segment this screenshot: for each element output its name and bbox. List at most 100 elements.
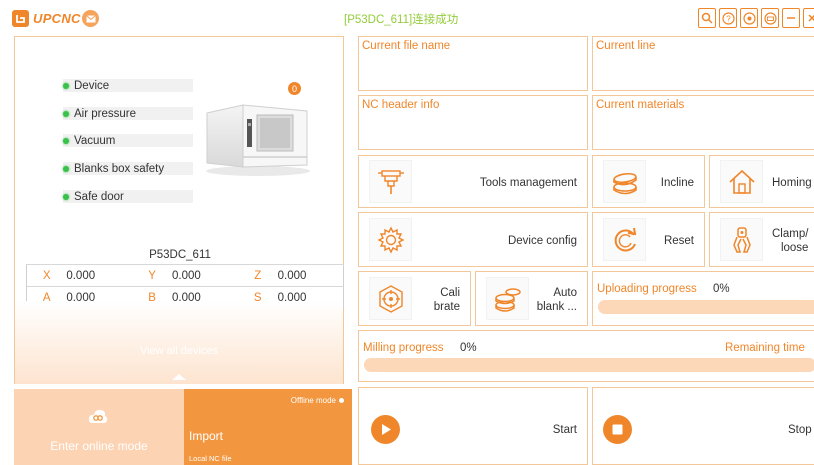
tools-management-button[interactable]: Tools management	[358, 155, 588, 208]
x-axis-value: 0.000	[66, 264, 133, 287]
import-button[interactable]: Offline mode Import Local NC file	[184, 389, 352, 465]
calibrate-target-icon	[369, 277, 412, 320]
calibrate-label-line2: brate	[433, 301, 460, 313]
incline-label: Incline	[660, 177, 694, 189]
stop-label: Stop	[788, 424, 812, 436]
clamp-label-line2: loose	[780, 242, 809, 254]
homing-button[interactable]: Homing	[709, 155, 814, 208]
uploading-progress-box: Uploading progress 0%	[592, 271, 814, 326]
z-axis-label: Z	[237, 264, 278, 287]
current-line-box: Current line	[592, 36, 814, 91]
stop-button[interactable]: Stop	[592, 387, 814, 465]
uploading-progress-label: Uploading progress	[597, 283, 697, 295]
window-toolbar: ?	[698, 8, 814, 28]
svg-text:?: ?	[726, 14, 731, 23]
message-icon[interactable]	[82, 10, 99, 27]
uploading-progress-value: 0%	[713, 283, 730, 295]
device-config-label: Device config	[507, 235, 577, 247]
status-ok-icon	[63, 82, 69, 89]
nc-header-info-box: NC header info	[358, 95, 588, 150]
settings-badge-icon[interactable]	[740, 8, 758, 28]
current-file-name-box: Current file name	[358, 36, 588, 91]
offline-dot-icon	[339, 398, 344, 403]
current-materials-label: Current materials	[596, 99, 685, 111]
auto-blank-label-line2: blank ...	[536, 301, 577, 313]
status-ok-icon	[63, 165, 69, 172]
status-label: Blanks box safety	[74, 162, 165, 175]
expand-up-icon	[172, 374, 186, 380]
milling-progress-bar	[364, 358, 814, 372]
keyboard-icon[interactable]	[761, 8, 779, 28]
status-safe-door: Safe door	[63, 190, 193, 203]
spindle-tool-icon	[369, 160, 412, 203]
calibrate-label: Cali brate	[434, 286, 460, 314]
calibrate-label-line1: Cali	[440, 287, 460, 299]
status-label: Vacuum	[74, 134, 116, 147]
brand-name: UPCNC	[33, 11, 81, 26]
nc-header-info-label: NC header info	[362, 99, 440, 111]
y-axis-label: Y	[132, 264, 172, 287]
enter-online-mode-button[interactable]: Enter online mode	[14, 389, 184, 465]
milling-progress-box: Milling progress 0% Remaining time	[358, 330, 814, 382]
help-icon[interactable]: ?	[719, 8, 737, 28]
incline-stack-icon	[603, 160, 646, 203]
status-label: Safe door	[74, 190, 124, 203]
auto-blank-label-line1: Auto	[553, 287, 577, 299]
device-config-button[interactable]: Device config	[358, 212, 588, 267]
view-all-devices-button[interactable]: View all devices	[15, 301, 343, 384]
cnc-machine-image	[206, 104, 310, 176]
z-axis-value: 0.000	[277, 264, 344, 287]
current-line-label: Current line	[596, 40, 656, 52]
offline-mode-label: Offline mode	[290, 396, 336, 405]
status-label: Air pressure	[74, 107, 136, 120]
stop-icon	[603, 415, 632, 444]
offline-mode-indicator: Offline mode	[291, 396, 344, 405]
blank-stack-icon	[486, 277, 529, 320]
x-axis-label: X	[26, 264, 67, 287]
start-button[interactable]: Start	[358, 387, 588, 465]
start-label: Start	[552, 424, 577, 436]
reset-button[interactable]: Reset	[592, 212, 705, 267]
y-axis-value: 0.000	[172, 264, 238, 287]
status-device: Device	[63, 79, 193, 92]
clamp-label-line1: Clamp/	[772, 228, 809, 240]
import-label: Import	[189, 429, 224, 443]
close-icon[interactable]	[803, 8, 814, 28]
minimize-icon[interactable]	[782, 8, 800, 28]
incline-button[interactable]: Incline	[592, 155, 705, 208]
local-nc-file-label: Local NC file	[189, 454, 232, 463]
calibrate-button[interactable]: Cali brate	[358, 271, 471, 326]
brand: UPCNC	[12, 10, 81, 27]
view-all-devices-label: View all devices	[139, 345, 219, 357]
machine-name: P53DC_611	[149, 249, 211, 261]
device-count-badge: 0	[288, 82, 301, 95]
clamp-icon	[720, 218, 763, 261]
top-bar: UPCNC [P53DC_611]连接成功 ?	[0, 0, 814, 36]
remaining-time-label: Remaining time	[725, 342, 805, 354]
status-ok-icon	[63, 110, 69, 117]
play-icon	[371, 415, 400, 444]
status-label: Device	[74, 79, 110, 92]
search-icon[interactable]	[698, 8, 716, 28]
upcnc-logo-icon	[12, 10, 29, 27]
clamp-loose-button[interactable]: Clamp/ loose	[709, 212, 814, 267]
homing-label: Homing	[772, 177, 812, 189]
current-file-name-label: Current file name	[362, 40, 451, 52]
milling-progress-label: Milling progress	[363, 342, 444, 354]
clamp-loose-label: Clamp/ loose	[772, 227, 808, 255]
status-ok-icon	[63, 193, 69, 200]
gear-icon	[369, 218, 412, 261]
reset-arrow-icon	[603, 218, 646, 261]
auto-blank-button[interactable]: Auto blank ...	[475, 271, 588, 326]
status-vacuum: Vacuum	[63, 134, 193, 147]
current-materials-box: Current materials	[592, 95, 814, 150]
home-icon	[720, 160, 763, 203]
status-ok-icon	[63, 137, 69, 144]
table-row: X 0.000 Y 0.000 Z 0.000	[26, 264, 344, 287]
milling-progress-value: 0%	[460, 342, 477, 354]
auto-blank-label: Auto blank ...	[537, 286, 577, 314]
cloud-link-icon	[88, 409, 108, 423]
status-air-pressure: Air pressure	[63, 107, 193, 120]
uploading-progress-bar	[598, 300, 814, 314]
online-mode-label: Enter online mode	[50, 439, 148, 453]
